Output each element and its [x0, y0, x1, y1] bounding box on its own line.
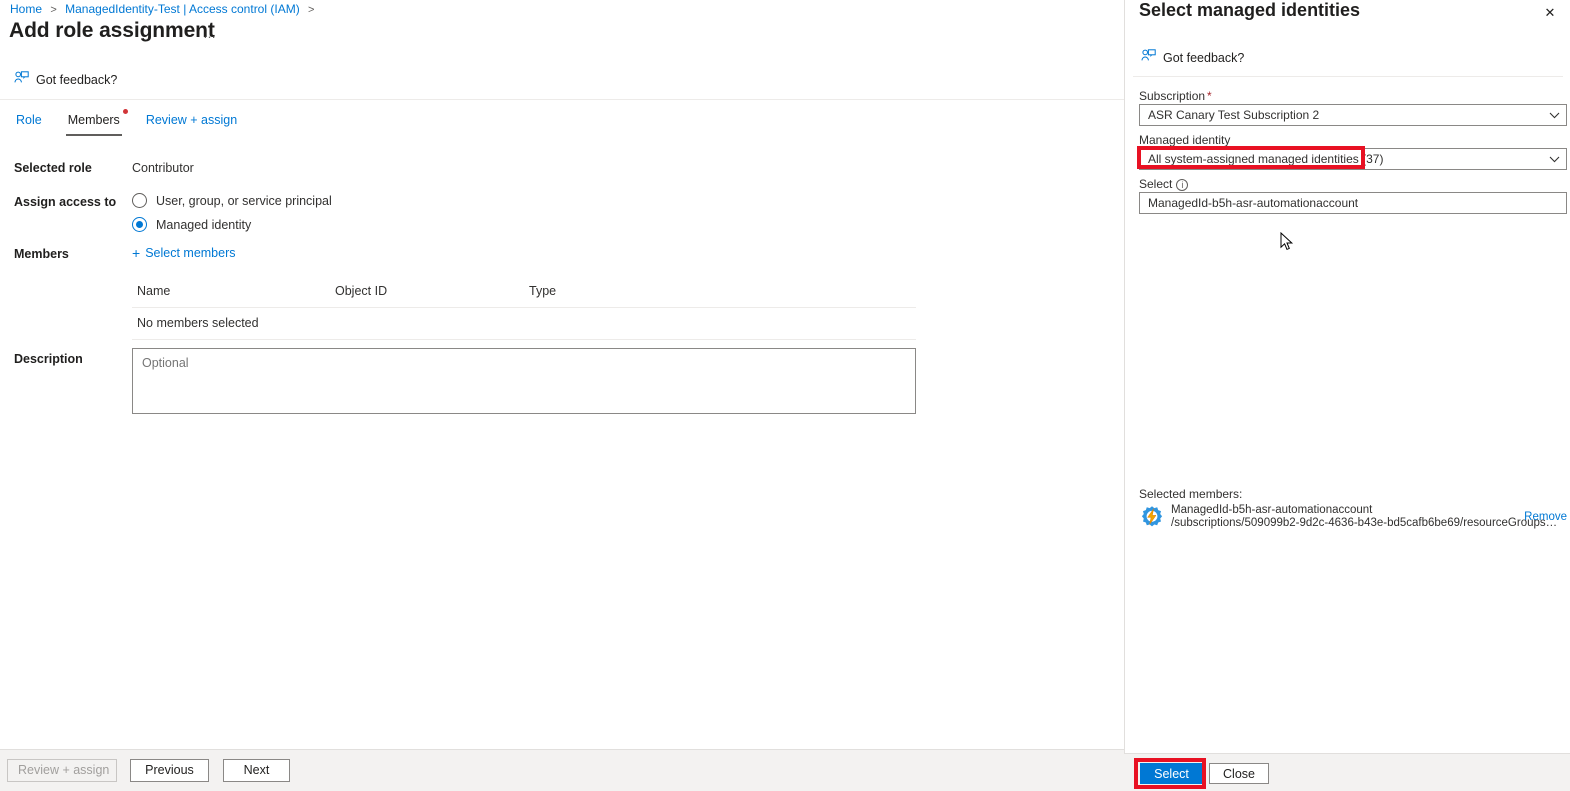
- blade-footer: Review + assign Previous Next: [0, 749, 1124, 791]
- panel-select-button[interactable]: Select: [1140, 763, 1203, 784]
- select-field-label: Select i: [1139, 177, 1189, 191]
- members-empty-text: No members selected: [137, 316, 259, 330]
- radio-mark-icon: [132, 193, 147, 208]
- members-label: Members: [14, 247, 69, 261]
- tab-role[interactable]: Role: [14, 113, 44, 136]
- select-field-label-text: Select: [1139, 177, 1173, 191]
- subscription-label: Subscription *: [1139, 89, 1212, 103]
- assign-access-radio-group: User, group, or service principal Manage…: [132, 193, 332, 241]
- assign-access-to-label: Assign access to: [14, 195, 117, 209]
- members-table-header: Name Object ID Type: [132, 284, 916, 308]
- radio-mark-selected-icon: [132, 217, 147, 232]
- tab-members[interactable]: Members: [65, 109, 128, 136]
- required-asterisk-icon: *: [1207, 89, 1212, 103]
- add-role-assignment-blade: Home > ManagedIdentity-Test | Access con…: [0, 0, 1124, 791]
- breadcrumb: Home > ManagedIdentity-Test | Access con…: [10, 1, 319, 18]
- header-divider: [0, 99, 1124, 100]
- tab-required-dot-icon: [122, 109, 128, 114]
- members-table-empty-row: No members selected: [132, 308, 916, 340]
- review-assign-button[interactable]: Review + assign: [7, 759, 117, 782]
- tab-role-label: Role: [16, 113, 42, 127]
- radio-user-group-label: User, group, or service principal: [156, 193, 332, 208]
- selected-members-label: Selected members:: [1139, 487, 1243, 501]
- description-label: Description: [14, 352, 83, 366]
- selected-member-subtitle: /subscriptions/509099b2-9d2c-4636-b43e-b…: [1171, 517, 1558, 529]
- page-title: Add role assignment: [9, 19, 215, 42]
- panel-got-feedback-label: Got feedback?: [1163, 50, 1245, 65]
- managed-identity-dropdown[interactable]: All system-assigned managed identities (…: [1139, 148, 1567, 170]
- plus-icon: +: [132, 245, 141, 261]
- more-options-icon[interactable]: …: [203, 26, 217, 41]
- managed-identity-icon: [1139, 504, 1165, 530]
- panel-close-button[interactable]: Close: [1209, 763, 1269, 784]
- chevron-down-icon: [1549, 108, 1560, 122]
- subscription-label-text: Subscription: [1139, 89, 1206, 103]
- previous-button[interactable]: Previous: [130, 759, 209, 782]
- selected-member-name: ManagedId-b5h-asr-automationaccount: [1171, 504, 1373, 516]
- got-feedback-label: Got feedback?: [36, 72, 118, 87]
- radio-user-group-service-principal[interactable]: User, group, or service principal: [132, 193, 332, 208]
- breadcrumb-item-home[interactable]: Home: [10, 2, 42, 16]
- radio-managed-identity[interactable]: Managed identity: [132, 217, 332, 232]
- close-icon[interactable]: ✕: [1539, 2, 1561, 24]
- managed-identity-label: Managed identity: [1139, 133, 1231, 147]
- panel-title: Select managed identities: [1139, 0, 1361, 20]
- select-members-label: Select members: [145, 246, 236, 260]
- screen-root: Home > ManagedIdentity-Test | Access con…: [0, 0, 1570, 791]
- tab-review-assign[interactable]: Review + assign: [144, 113, 239, 136]
- managed-identity-dropdown-value: All system-assigned managed identities (…: [1148, 152, 1384, 166]
- selected-member-text: ManagedId-b5h-asr-automationaccount /sub…: [1171, 504, 1557, 530]
- wizard-tabs: Role Members Review + assign: [14, 109, 239, 136]
- panel-got-feedback-button[interactable]: Got feedback?: [1141, 49, 1244, 66]
- column-header-name: Name: [137, 284, 171, 298]
- select-members-button[interactable]: + Select members: [132, 246, 236, 260]
- radio-managed-identity-label: Managed identity: [156, 217, 252, 232]
- members-table: Name Object ID Type No members selected: [132, 284, 916, 340]
- chevron-down-icon: [1549, 152, 1560, 166]
- remove-member-link[interactable]: Remove: [1524, 511, 1567, 523]
- selected-role-label: Selected role: [14, 161, 92, 175]
- tab-members-label: Members: [67, 113, 120, 127]
- feedback-icon: [1141, 49, 1156, 66]
- feedback-icon: [14, 71, 29, 88]
- panel-header-divider: [1133, 76, 1563, 77]
- got-feedback-button[interactable]: Got feedback?: [14, 71, 117, 88]
- next-button[interactable]: Next: [223, 759, 290, 782]
- select-identity-input[interactable]: ManagedId-b5h-asr-automationaccount: [1139, 192, 1567, 214]
- subscription-dropdown-value: ASR Canary Test Subscription 2: [1148, 108, 1320, 122]
- select-identity-value: ManagedId-b5h-asr-automationaccount: [1148, 196, 1359, 210]
- breadcrumb-item-access-control[interactable]: ManagedIdentity-Test | Access control (I…: [65, 2, 300, 16]
- tab-review-assign-label: Review + assign: [145, 113, 238, 127]
- breadcrumb-separator-icon-2: >: [308, 4, 315, 16]
- info-icon[interactable]: i: [1176, 178, 1189, 191]
- selected-member-row: ManagedId-b5h-asr-automationaccount /sub…: [1139, 501, 1567, 533]
- description-input[interactable]: [132, 348, 916, 414]
- column-header-object-id: Object ID: [335, 284, 388, 298]
- column-header-type: Type: [529, 284, 557, 298]
- breadcrumb-separator-icon: >: [50, 4, 57, 16]
- subscription-dropdown[interactable]: ASR Canary Test Subscription 2: [1139, 104, 1567, 126]
- selected-role-value: Contributor: [132, 161, 194, 175]
